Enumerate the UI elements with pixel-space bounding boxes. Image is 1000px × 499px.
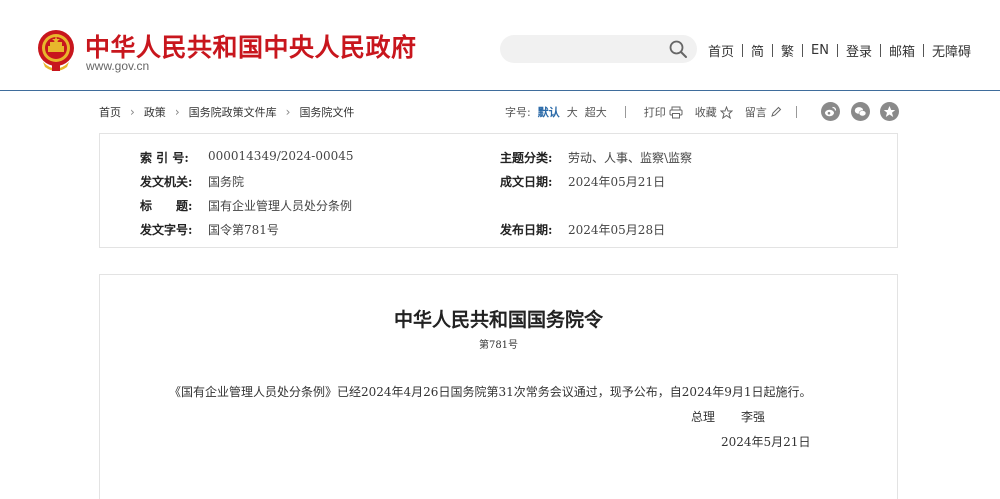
document-body-text: 《国有企业管理人员处分条例》已经2024年4月26日国务院第31次常务会议通过，… — [169, 385, 812, 399]
nav-simplified[interactable]: 简 — [751, 41, 764, 60]
print-label: 打印 — [643, 106, 666, 119]
site-url[interactable]: www.gov.cn — [86, 59, 149, 73]
publish-date-label: 发布日期: — [500, 223, 553, 237]
nav-home[interactable]: 首页 — [708, 41, 734, 60]
chevron-right-icon: › — [285, 105, 291, 119]
nav-divider — [742, 44, 744, 57]
nav-english[interactable]: EN — [811, 43, 829, 58]
chevron-right-icon: › — [174, 105, 180, 119]
nav-divider — [772, 44, 774, 57]
index-number-label: 索 引 号: — [140, 151, 189, 165]
document-number-label: 发文字号: — [140, 223, 193, 237]
article-toolbar: 字号: 默认 大 超大 打印 收藏 留言 — [505, 104, 815, 120]
printer-icon — [669, 106, 683, 118]
document-title: 中华人民共和国国务院令 — [393, 309, 603, 331]
written-date-label: 成文日期: — [500, 175, 553, 189]
chevron-right-icon: › — [130, 105, 135, 119]
publish-date-value: 2024年05月28日 — [568, 223, 666, 237]
pencil-icon — [770, 106, 781, 117]
header-divider — [0, 90, 1000, 91]
nav-divider — [837, 44, 838, 57]
font-size-xlarge[interactable]: 超大 — [585, 104, 607, 120]
topic-category-value: 劳动、人事、监察\监察 — [568, 151, 693, 165]
document-content-panel: 中华人民共和国国务院令 第781号 《国有企业管理人员处分条例》已经2024年4… — [99, 274, 898, 499]
title-label: 标 题: — [140, 199, 193, 213]
signature-date: 2024年5月21日 — [721, 435, 811, 449]
written-date-value: 2024年05月21日 — [568, 175, 666, 189]
national-emblem-icon — [38, 30, 74, 71]
font-size-label: 字号: — [505, 106, 531, 119]
comment-button[interactable]: 留言 — [745, 104, 782, 120]
print-button[interactable]: 打印 — [644, 104, 683, 120]
nav-mail[interactable]: 邮箱 — [889, 41, 915, 60]
favorite-button[interactable]: 收藏 — [695, 104, 733, 120]
index-number-value: 000014349/2024-00045 — [208, 149, 354, 163]
favorite-label: 收藏 — [694, 106, 717, 119]
nav-divider — [923, 44, 925, 57]
document-metadata-panel: 索 引 号: 000014349/2024-00045 主题分类: 劳动、人事、… — [99, 133, 898, 248]
font-size-large[interactable]: 大 — [567, 104, 578, 120]
star-icon — [719, 105, 733, 119]
top-nav: 首页 简 繁 EN 登录 邮箱 无障碍 — [708, 41, 971, 60]
nav-login[interactable]: 登录 — [846, 41, 872, 60]
nav-accessibility[interactable]: 无障碍 — [932, 41, 971, 60]
breadcrumb: 首页 › 政策 › 国务院政策文件库 › 国务院文件 — [99, 104, 354, 120]
topic-category-label: 主题分类: — [500, 151, 553, 165]
toolbar-divider — [795, 106, 797, 118]
weibo-icon[interactable] — [821, 102, 840, 121]
breadcrumb-home[interactable]: 首页 — [99, 104, 121, 120]
site-header: 中华人民共和国中央人民政府 www.gov.cn 首页 简 繁 EN 登录 邮箱… — [0, 0, 1000, 91]
breadcrumb-policy-library[interactable]: 国务院政策文件库 — [189, 104, 277, 120]
decree-number: 第781号 — [478, 340, 519, 351]
toolbar-divider — [624, 106, 626, 118]
wechat-icon[interactable] — [851, 102, 870, 121]
document-number-value: 国令第781号 — [208, 223, 279, 237]
signature-line: 总理 李强 — [691, 408, 765, 425]
qzone-icon[interactable] — [880, 102, 899, 121]
issuing-authority-value: 国务院 — [208, 175, 245, 189]
issuing-authority-label: 发文机关: — [140, 175, 193, 189]
title-value: 国有企业管理人员处分条例 — [208, 199, 353, 213]
nav-divider — [880, 44, 882, 57]
comment-label: 留言 — [744, 106, 767, 119]
signer-name: 李强 — [741, 410, 766, 424]
breadcrumb-state-council-docs[interactable]: 国务院文件 — [299, 104, 354, 120]
nav-traditional[interactable]: 繁 — [781, 41, 794, 60]
font-size-default[interactable]: 默认 — [538, 104, 560, 120]
breadcrumb-policy[interactable]: 政策 — [144, 104, 166, 120]
signer-title: 总理 — [691, 410, 716, 424]
search-icon[interactable] — [668, 39, 688, 59]
nav-divider — [802, 44, 804, 57]
